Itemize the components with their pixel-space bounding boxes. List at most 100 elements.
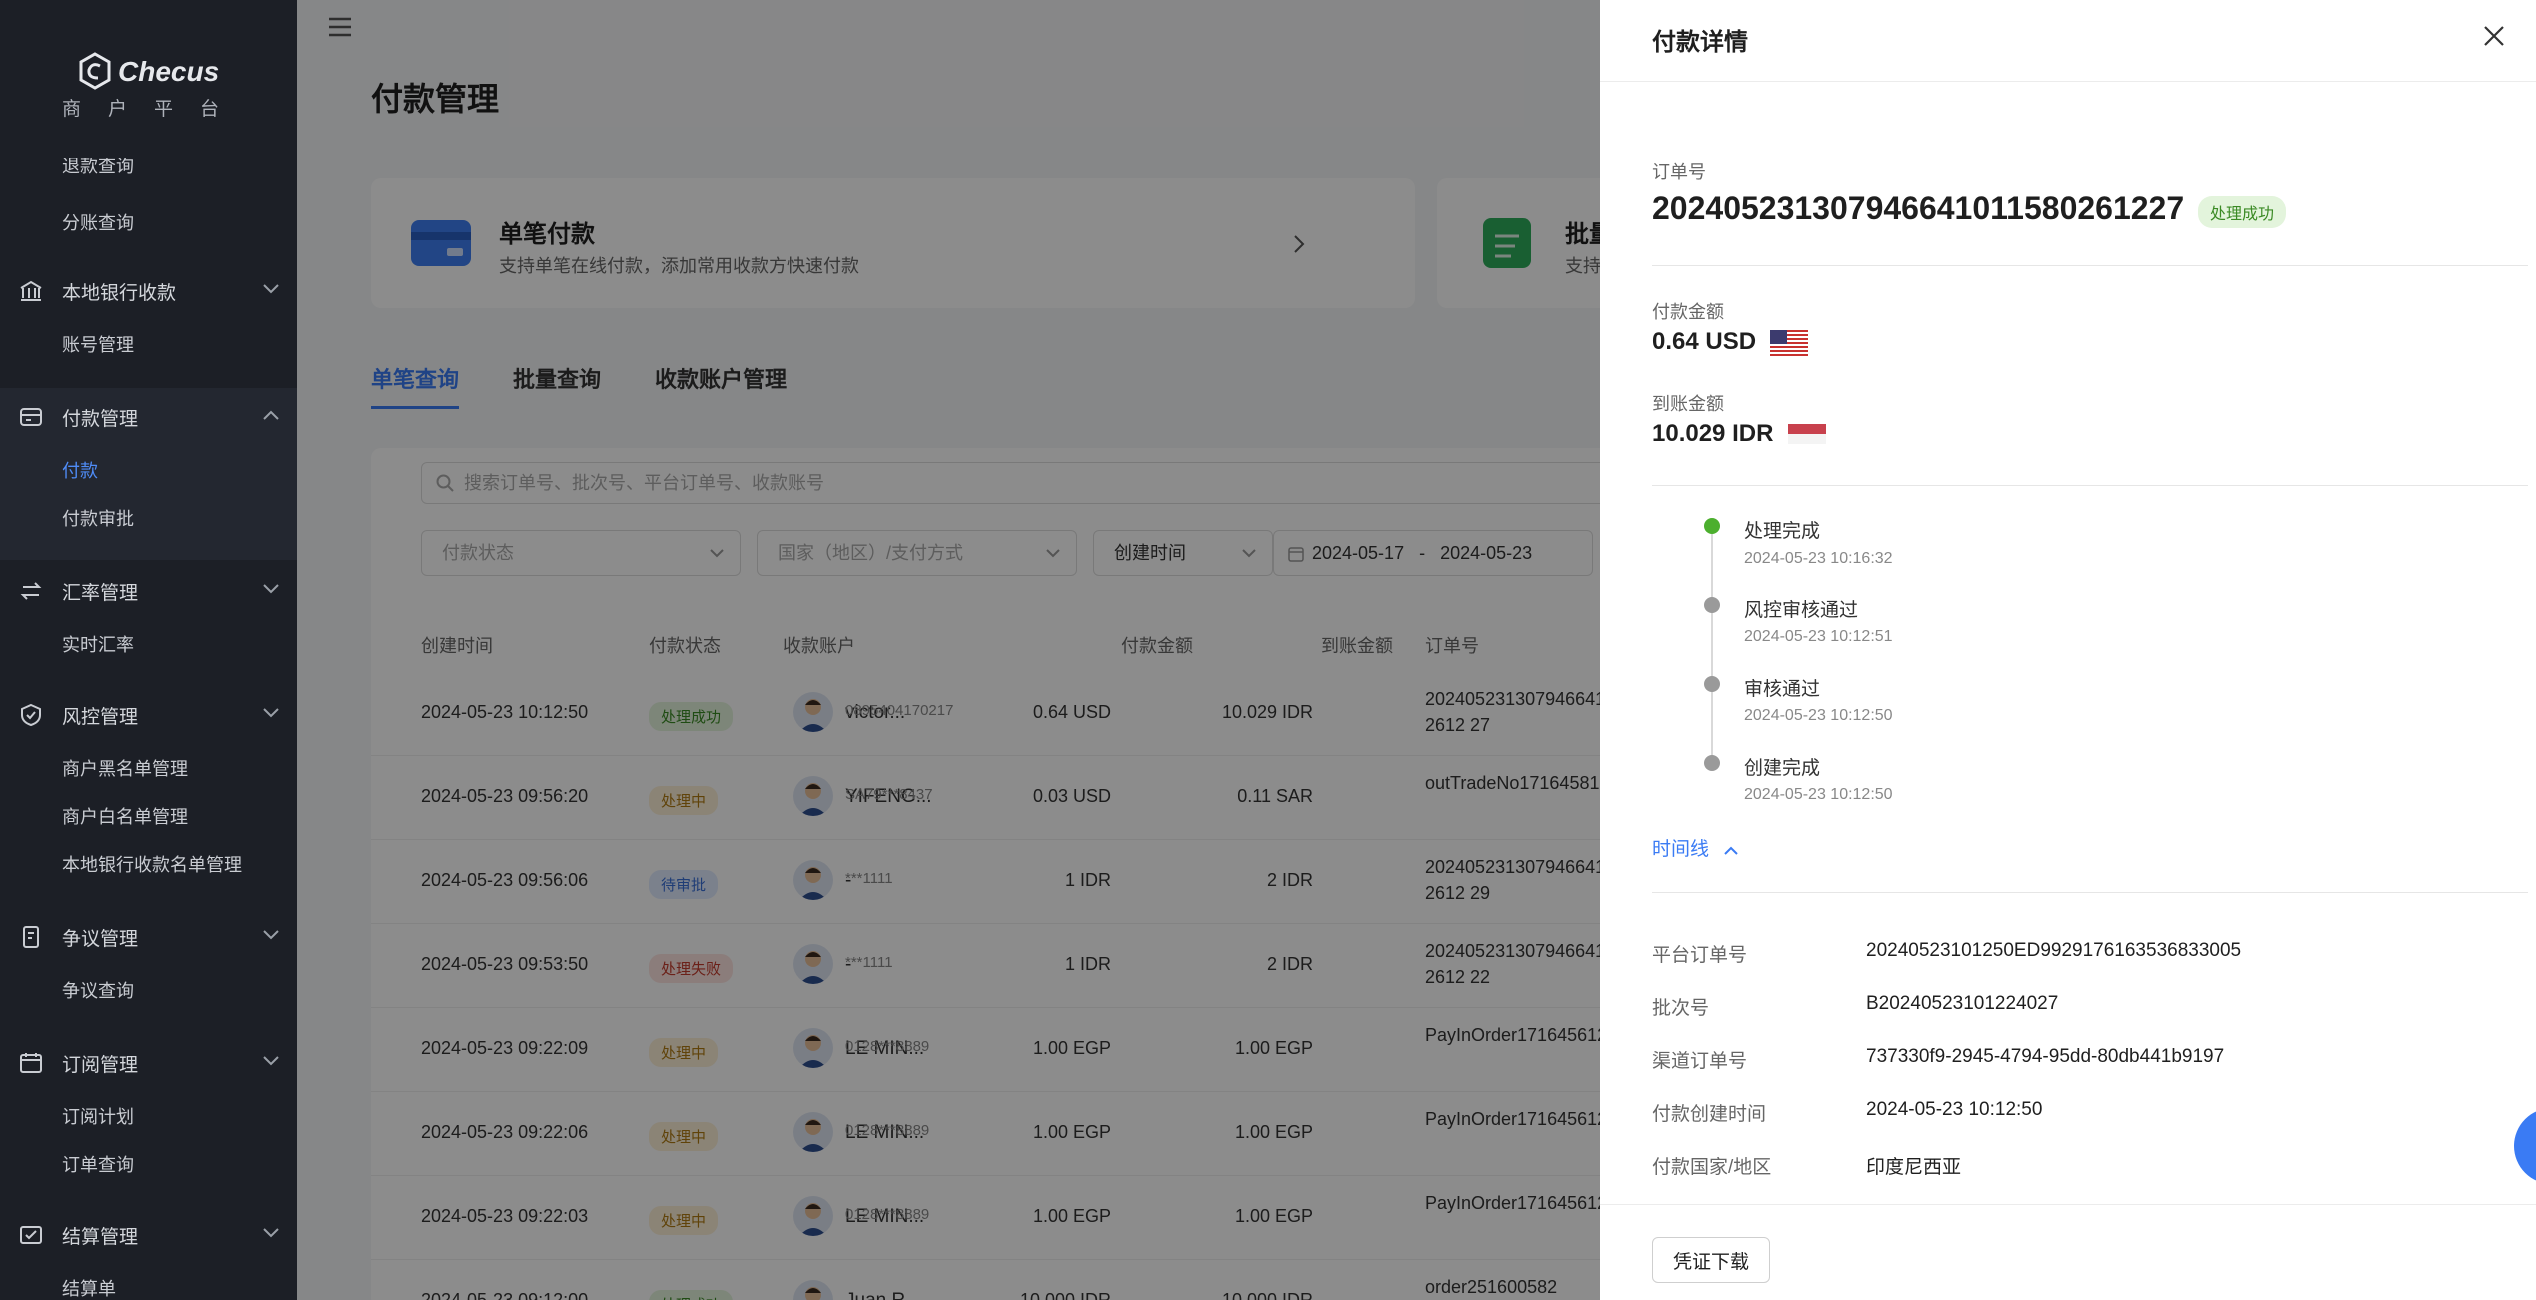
checus-logo-icon [79,52,111,90]
us-flag-icon [1770,330,1808,356]
sidebar-group-subscription: 订阅管理 订阅计划 订单查询 [0,1034,297,1188]
sidebar-group-label: 本地银行收款 [62,282,177,304]
calendar-icon [20,1053,42,1073]
timeline-step-title: 审核通过 [1744,679,1821,700]
sidebar-group-title-dispute[interactable]: 争议管理 [0,908,297,966]
sidebar-item-order-query[interactable]: 订单查询 [0,1140,297,1188]
download-voucher-button[interactable]: 凭证下载 [1652,1237,1770,1283]
status-badge: 处理成功 [2198,196,2287,228]
sidebar-group-label: 风控管理 [62,706,139,728]
sidebar-item-whitelist[interactable]: 商户白名单管理 [0,792,297,840]
recv-amount-value: 10.029 IDR [1652,420,1774,447]
timeline-line [1711,530,1713,770]
sidebar-group-fx: 汇率管理 实时汇率 [0,562,297,668]
detail-value-platform-order: 20240523101250ED9929176163536833005 [1866,940,2242,961]
brand-subtitle: 商户平台 [62,99,247,120]
brand-name: Checus [118,56,220,87]
indonesia-flag-icon [1788,424,1826,444]
sidebar-group-refund: 退款查询 [0,158,297,178]
sidebar-group-title-subscription[interactable]: 订阅管理 [0,1034,297,1092]
sidebar-group-risk: 风控管理 商户黑名单管理 商户白名单管理 本地银行收款名单管理 [0,686,297,888]
timeline-toggle[interactable]: 时间线 [1652,834,1739,861]
timeline-step-title: 创建完成 [1744,758,1821,779]
sidebar-group-label: 争议管理 [62,928,139,950]
drawer-header: 付款详情 [1600,0,2536,82]
timeline-step-time: 2024-05-23 10:16:32 [1744,550,1893,567]
sidebar-item-sub-plan[interactable]: 订阅计划 [0,1092,297,1140]
pay-amount-label: 付款金额 [1652,302,1724,322]
sidebar-group-dispute: 争议管理 争议查询 [0,908,297,1014]
sidebar-item-blacklist[interactable]: 商户黑名单管理 [0,744,297,792]
detail-key-created-time: 付款创建时间 [1652,1104,1767,1125]
sidebar-group-title-fx[interactable]: 汇率管理 [0,562,297,620]
sidebar-item-bank-list[interactable]: 本地银行收款名单管理 [0,840,297,888]
sidebar-item-settlement-bill[interactable]: 结算单 [0,1264,297,1300]
sidebar-group-label: 结算管理 [62,1226,139,1248]
order-no-value: 202405231307946641011580261227 [1652,190,2185,226]
drawer-footer: 凭证下载 [1600,1204,2536,1300]
detail-value-channel-order: 737330f9-2945-4794-95dd-80db441b9197 [1866,1046,2225,1067]
detail-value-created-time: 2024-05-23 10:12:50 [1866,1099,2043,1120]
chevron-up-icon [263,410,279,420]
timeline-done-icon [1704,518,1720,534]
sidebar-group-label: 汇率管理 [62,582,139,604]
timeline-step-title: 风控审核通过 [1744,600,1859,621]
sidebar-group-label: 付款管理 [62,408,139,430]
detail-value-country: 印度尼西亚 [1866,1157,1962,1178]
timeline-dot [1704,755,1720,771]
chevron-down-icon [263,708,279,718]
detail-key-country: 付款国家/地区 [1652,1157,1772,1178]
detail-key-platform-order: 平台订单号 [1652,945,1748,966]
sidebar-group-title-settlement[interactable]: 结算管理 [0,1206,297,1264]
shield-icon [21,703,41,727]
order-no-label: 订单号 [1652,162,1706,182]
sidebar-group-title-local-bank[interactable]: 本地银行收款 [0,262,297,320]
sidebar-group-title-risk[interactable]: 风控管理 [0,686,297,744]
sidebar: Checus 商户平台 退款查询 分账查询 本地银行收款 账号管理 付款管理 付… [0,0,297,1300]
sidebar-item-payout[interactable]: 付款 [0,446,297,494]
exchange-icon [20,582,42,600]
detail-key-channel-order: 渠道订单号 [1652,1051,1748,1072]
close-icon[interactable] [2480,22,2508,50]
brand-logo[interactable]: Checus 商户平台 [62,48,242,120]
timeline-toggle-label: 时间线 [1652,839,1710,860]
sidebar-item-realtime-rate[interactable]: 实时汇率 [0,620,297,668]
sidebar-group-settlement: 结算管理 结算单 [0,1206,297,1300]
pay-amount-value: 0.64 USD [1652,328,1757,355]
chevron-down-icon [263,1228,279,1238]
chevron-down-icon [263,584,279,594]
payout-detail-drawer: 付款详情 订单号 202405231307946641011580261227 … [1600,0,2536,1300]
floating-help-button[interactable] [2514,1108,2536,1184]
sidebar-item-payout-approval[interactable]: 付款审批 [0,494,297,542]
detail-key-batch-no: 批次号 [1652,998,1710,1019]
timeline-dot [1704,597,1720,613]
dispute-icon [23,926,39,948]
sidebar-group-local-bank: 本地银行收款 账号管理 [0,262,297,368]
sidebar-group-payout: 付款管理 付款 付款审批 [0,388,297,560]
divider [1652,485,2528,486]
chevron-up-icon [1724,846,1739,855]
detail-value-batch-no: B20240523101224027 [1866,993,2059,1014]
sidebar-item-split-query[interactable]: 分账查询 [0,198,297,246]
sidebar-group-label: 订阅管理 [62,1054,139,1076]
bank-icon [20,280,42,301]
divider [1652,265,2528,266]
divider [1652,892,2528,893]
sidebar-item-partial[interactable]: 退款查询 [0,158,297,178]
timeline-step-time: 2024-05-23 10:12:50 [1744,707,1893,724]
chevron-down-icon [263,930,279,940]
sidebar-item-dispute-query[interactable]: 争议查询 [0,966,297,1014]
timeline-step-title: 处理完成 [1744,521,1821,542]
timeline-step-time: 2024-05-23 10:12:50 [1744,786,1893,803]
recv-amount-label: 到账金额 [1652,394,1724,414]
chevron-down-icon [263,284,279,294]
sidebar-group-title-payout[interactable]: 付款管理 [0,388,297,446]
timeline-dot [1704,676,1720,692]
settlement-icon [20,1226,42,1244]
timeline-step-time: 2024-05-23 10:12:51 [1744,628,1893,645]
sidebar-group-split: 分账查询 [0,198,297,246]
sidebar-item-account-mgmt[interactable]: 账号管理 [0,320,297,368]
chevron-down-icon [263,1056,279,1066]
payout-icon [20,408,42,426]
drawer-title: 付款详情 [1652,29,1748,56]
